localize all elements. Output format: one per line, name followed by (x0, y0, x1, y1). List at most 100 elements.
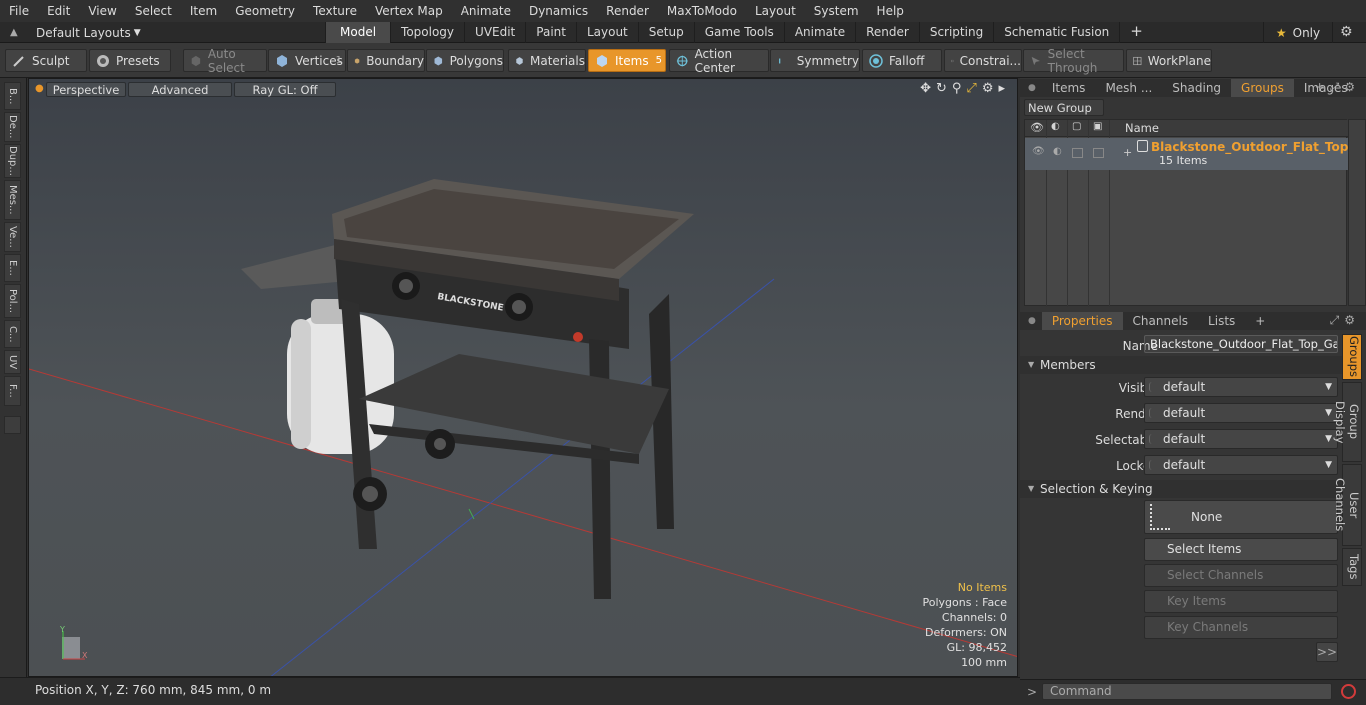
members-section[interactable]: ▼ Members (1020, 356, 1342, 374)
add-panel-tab-icon[interactable]: + (1245, 312, 1275, 330)
materials-button[interactable]: Materials (508, 49, 586, 72)
panel-options-icon[interactable]: +⤢⚙ (1315, 80, 1360, 95)
more-button[interactable]: >> (1316, 642, 1338, 662)
row-lock-checkbox[interactable] (1072, 148, 1083, 158)
menu-texture[interactable]: Texture (304, 0, 366, 22)
menu-view[interactable]: View (79, 0, 125, 22)
tab-properties[interactable]: Properties (1041, 312, 1123, 330)
render-icon[interactable]: ◐ (1051, 121, 1060, 132)
viewport-menu-dot[interactable]: ● (35, 83, 44, 94)
properties-options-icon[interactable]: ⤢⚙ (1330, 313, 1360, 328)
tab-paint[interactable]: Paint (525, 22, 576, 43)
rotate-view-icon[interactable]: ↻ (936, 81, 947, 96)
record-icon[interactable] (1341, 684, 1356, 699)
menu-system[interactable]: System (805, 0, 868, 22)
strip-tab-polygon[interactable]: Pol... (4, 284, 21, 318)
strip-tab-deform[interactable]: De... (4, 112, 21, 142)
tab-shading[interactable]: Shading (1162, 79, 1231, 97)
only-toggle[interactable]: ★ Only (1263, 22, 1333, 43)
tab-animate[interactable]: Animate (783, 22, 855, 43)
tab-groups[interactable]: Groups (1231, 79, 1294, 97)
advanced-button[interactable]: Advanced (128, 82, 232, 97)
3d-viewport[interactable]: BLACKSTONE Y X ● Perspective Advanced Ra… (28, 78, 1018, 677)
tab-game-tools[interactable]: Game Tools (693, 22, 784, 43)
strip-expand-button[interactable] (4, 416, 21, 434)
menu-geometry[interactable]: Geometry (226, 0, 304, 22)
maximize-icon[interactable]: ⤢ (966, 81, 976, 96)
presets-button[interactable]: Presets (89, 49, 171, 72)
menu-help[interactable]: Help (868, 0, 913, 22)
gear-icon[interactable]: ⚙ (1340, 24, 1353, 40)
tab-items[interactable]: Items (1042, 79, 1096, 97)
strip-tab-vertex[interactable]: Ve... (4, 222, 21, 252)
menu-dynamics[interactable]: Dynamics (520, 0, 597, 22)
tab-uvedit[interactable]: UVEdit (464, 22, 525, 43)
menu-maxtomodo[interactable]: MaxToModo (658, 0, 746, 22)
visible-dropdown[interactable]: default ▼ (1144, 377, 1338, 397)
menu-animate[interactable]: Animate (452, 0, 520, 22)
select-cube-icon[interactable]: ▣ (1093, 121, 1102, 132)
symmetry-button[interactable]: Symmetry (770, 49, 860, 72)
side-tab-user-channels[interactable]: User Channels (1333, 464, 1362, 546)
menu-edit[interactable]: Edit (38, 0, 79, 22)
side-tab-tags[interactable]: Tags (1342, 548, 1362, 586)
menu-file[interactable]: File (0, 0, 38, 22)
tab-channels[interactable]: Channels (1123, 312, 1199, 330)
viewport-gear-icon[interactable]: ⚙ (982, 81, 994, 96)
strip-tab-mesh-edit[interactable]: Mes... (4, 180, 21, 220)
move-view-icon[interactable]: ✥ (920, 81, 931, 96)
zoom-icon[interactable]: ⚲ (952, 81, 962, 96)
select-items-button[interactable]: Select Items (1144, 538, 1338, 561)
collapse-icon[interactable]: ▲ (10, 27, 22, 38)
falloff-button[interactable]: Falloff (862, 49, 942, 72)
strip-tab-basic[interactable]: B... (4, 82, 21, 110)
key-items-button[interactable]: Key Items (1144, 590, 1338, 613)
play-icon[interactable]: ▸ (998, 81, 1005, 96)
strip-tab-uv[interactable]: UV (4, 350, 21, 374)
row-select-checkbox[interactable] (1093, 148, 1104, 158)
menu-vertex-map[interactable]: Vertex Map (366, 0, 452, 22)
command-input[interactable]: Command (1042, 683, 1332, 700)
add-tab-icon[interactable]: + (1119, 22, 1143, 43)
tab-topology[interactable]: Topology (390, 22, 464, 43)
render-dropdown[interactable]: default ▼ (1144, 403, 1338, 423)
action-center-button[interactable]: Action Center (669, 47, 769, 75)
key-channels-button[interactable]: Key Channels (1144, 616, 1338, 639)
group-row[interactable]: 👁 ◐ + Blackstone_Outdoor_Flat_Top_ ... 1… (1025, 138, 1366, 170)
vertices-button[interactable]: Vertices 1 (268, 49, 346, 72)
raygl-button[interactable]: Ray GL: Off (234, 82, 336, 97)
tab-model[interactable]: Model (325, 22, 391, 43)
group-list-scrollbar[interactable] (1348, 119, 1366, 306)
tab-layout[interactable]: Layout (575, 22, 638, 43)
menu-select[interactable]: Select (126, 0, 181, 22)
row-render-icon[interactable]: ◐ (1053, 146, 1062, 157)
strip-tab-curve[interactable]: C... (4, 320, 21, 348)
tab-setup[interactable]: Setup (637, 22, 694, 43)
tab-lists[interactable]: Lists (1198, 312, 1245, 330)
polygons-button[interactable]: Polygons (426, 49, 504, 72)
menu-item[interactable]: Item (181, 0, 226, 22)
tab-render[interactable]: Render (855, 22, 919, 43)
tab-scripting[interactable]: Scripting (918, 22, 993, 43)
perspective-button[interactable]: Perspective (46, 82, 126, 97)
menu-layout[interactable]: Layout (746, 0, 805, 22)
menu-render[interactable]: Render (597, 0, 658, 22)
side-tab-groups[interactable]: Groups (1342, 334, 1362, 380)
locked-dropdown[interactable]: default ▼ (1144, 455, 1338, 475)
constraints-button[interactable]: Constrai... (944, 49, 1022, 72)
sculpt-button[interactable]: Sculpt (5, 49, 87, 72)
strip-tab-duplicate[interactable]: Dup... (4, 144, 21, 178)
selectable-dropdown[interactable]: default ▼ (1144, 429, 1338, 449)
row-visibility-icon[interactable]: 👁 (1032, 146, 1045, 157)
panel-drag-dot-2[interactable]: ● (1020, 316, 1042, 326)
tab-mesh[interactable]: Mesh ... (1095, 79, 1162, 97)
select-through-button[interactable]: Select Through (1023, 47, 1124, 75)
side-tab-group-display[interactable]: Group Display (1333, 382, 1362, 462)
layout-selector[interactable]: ▲ Default Layouts ▼ (0, 22, 141, 43)
boundary-button[interactable]: Boundary (347, 49, 425, 72)
none-button[interactable]: None (1144, 500, 1338, 534)
expand-icon[interactable]: + (1123, 146, 1132, 159)
tab-schematic-fusion[interactable]: Schematic Fusion (993, 22, 1119, 43)
visibility-eye-icon[interactable]: 👁 (1030, 121, 1044, 134)
lock-cube-icon[interactable]: ▢ (1072, 121, 1081, 132)
